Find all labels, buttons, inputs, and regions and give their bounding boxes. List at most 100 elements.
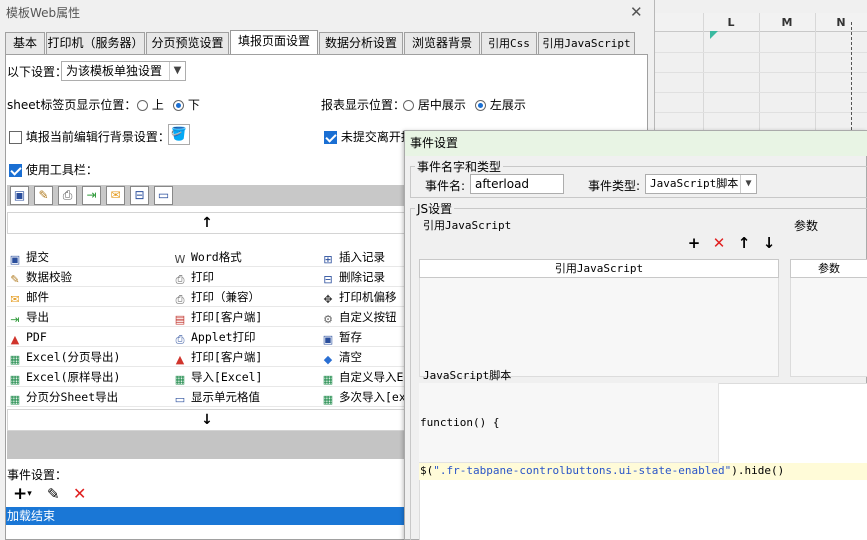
radio-sheet-tab-up[interactable]: 上 (137, 96, 164, 113)
toolbar-item[interactable]: ▦ Excel(原样导出) (7, 367, 172, 387)
toolbar-item[interactable]: W Word格式 (172, 247, 320, 267)
toolbar-item[interactable]: ▭ 显示单元格值 (172, 387, 320, 407)
export-icon[interactable]: ⇥ (82, 186, 101, 205)
print-icon[interactable]: ⎙ (58, 186, 77, 205)
toolbar-item[interactable]: ▲ PDF (7, 327, 172, 347)
toolbar-item-label: 显示单元格值 (191, 390, 260, 404)
toolbar-item[interactable]: ▦ Excel(分页导出) (7, 347, 172, 367)
tab-browser-bg[interactable]: 浏览器背景 (404, 32, 480, 54)
arrow-down-icon[interactable]: ↓ (761, 234, 777, 252)
tab-ref-css[interactable]: 引用Css (481, 32, 537, 54)
excel-icon: ▦ (9, 393, 21, 406)
column-header-n[interactable]: N (815, 13, 867, 32)
pdf-print-icon: ▤ (174, 313, 186, 326)
delete-icon[interactable]: ✕ (711, 234, 727, 252)
radio-report-left[interactable]: 左展示 (475, 96, 526, 113)
toolbar-item[interactable]: ▦ 自定义导入E (320, 367, 407, 387)
toolbar-item[interactable]: ⎙ 打印（兼容） (172, 287, 320, 307)
unsubmitted-checkbox[interactable]: 未提交离开提 (324, 128, 413, 145)
toolbar-item[interactable]: ▦ 导入[Excel] (172, 367, 320, 387)
row-bg-label: 填报当前编辑行背景设置： (25, 130, 170, 144)
tab-fill-page[interactable]: 填报页面设置 (230, 30, 318, 55)
toolbar-item[interactable]: ⎙ Applet打印 (172, 327, 320, 347)
toolbar-item-label: Word格式 (191, 250, 242, 264)
use-toolbar-checkbox[interactable]: 使用工具栏： (9, 161, 98, 178)
toolbar-item-label: 打印 (191, 270, 214, 284)
event-name-type-label: 事件名字和类型 (415, 158, 504, 175)
validate-icon: ✎ (10, 273, 20, 286)
toolbar-item-label: Excel(原样导出) (26, 370, 121, 384)
delete-event-icon[interactable]: ✕ (73, 484, 86, 503)
mail-icon[interactable]: ✉ (106, 186, 125, 205)
toolbar-item[interactable]: ▦ 多次导入[ex (320, 387, 407, 407)
js-settings-label: JS设置 (415, 200, 455, 217)
paint-bucket-icon[interactable]: 🪣 (168, 124, 190, 145)
toolbar-item-label: 打印（兼容） (191, 290, 260, 304)
chevron-down-icon: ▼ (740, 175, 756, 193)
move-icon: ✥ (323, 293, 333, 306)
column-header-l[interactable]: L (703, 13, 759, 32)
validate-icon[interactable]: ✎ (34, 186, 53, 205)
tab-ref-js[interactable]: 引用JavaScript (538, 32, 635, 54)
excel-icon: ▦ (9, 373, 21, 386)
toolbar-item[interactable]: ▲ 打印[客户端] (172, 347, 320, 367)
add-event-button[interactable]: +▾ (13, 484, 32, 504)
tab-page-preview[interactable]: 分页预览设置 (146, 32, 229, 54)
tab-printer[interactable]: 打印机（服务器） (46, 32, 145, 54)
toolbar-item[interactable]: ⊟ 删除记录 (320, 267, 407, 287)
settings-select[interactable]: 为该模板单独设置 ▼ (61, 61, 186, 81)
pdf-icon: ▲ (10, 333, 20, 346)
page-break-line (851, 22, 852, 130)
move-up-button[interactable]: ↑ (7, 212, 407, 234)
row-bg-checkbox[interactable]: 填报当前编辑行背景设置： (9, 128, 170, 145)
toolbar-item[interactable]: ✎ 数据校验 (7, 267, 172, 287)
toolbar-item-label: 导出 (26, 310, 49, 324)
column-header (655, 13, 703, 32)
event-name-input[interactable]: afterload (470, 174, 564, 194)
ref-js-column-header: 引用JavaScript (419, 259, 779, 278)
word-icon: W (174, 253, 186, 266)
tab-basic[interactable]: 基本 (5, 32, 45, 54)
radio-report-center[interactable]: 居中展示 (403, 96, 466, 113)
cell-icon[interactable]: ▭ (154, 186, 173, 205)
toolbar-item[interactable]: ▦ 分页分Sheet导出 (7, 387, 172, 407)
event-name-label: 事件名: (425, 179, 466, 193)
toolbar-item[interactable]: ⚙ 自定义按钮 (320, 307, 407, 327)
settings-label: 以下设置： (7, 65, 68, 79)
toolbar-item-label: 打印[客户端] (191, 310, 263, 324)
arrow-up-icon[interactable]: ↑ (736, 234, 752, 252)
toolbar-item[interactable]: ✥ 打印机偏移 (320, 287, 407, 307)
event-type-select[interactable]: JavaScript脚本 ▼ (645, 174, 757, 194)
save-icon[interactable]: ▣ (10, 186, 29, 205)
toolbar-item[interactable]: ⊞ 插入记录 (320, 247, 407, 267)
toolbar-item[interactable]: ⎙ 打印 (172, 267, 320, 287)
add-icon[interactable]: + (686, 234, 702, 252)
move-down-button[interactable]: ↓ (7, 409, 407, 431)
code-line-1: function() { (420, 416, 500, 429)
radio-sheet-tab-down[interactable]: 下 (173, 96, 200, 113)
insert-row-icon[interactable]: ⊟ (130, 186, 149, 205)
toolbar-item[interactable]: ▣ 提交 (7, 247, 172, 267)
dialog-title: 模板Web属性 (6, 6, 81, 20)
toolbar-item[interactable]: ▣ 暂存 (320, 327, 407, 347)
toolbar-item[interactable]: ⇥ 导出 (7, 307, 172, 327)
event-list-item[interactable]: 加载结束 (6, 507, 406, 525)
event-settings-dialog: 事件设置 事件名字和类型 事件名: afterload 事件类型: JavaSc… (404, 130, 867, 540)
event-dialog-title: 事件设置 (405, 131, 867, 156)
tab-data-analysis[interactable]: 数据分析设置 (319, 32, 403, 54)
toolbar-item-label: 邮件 (26, 290, 49, 304)
report-position-label: 报表显示位置： (321, 98, 406, 112)
toolbar-item[interactable]: ◆ 清空 (320, 347, 407, 367)
column-header-m[interactable]: M (759, 13, 815, 32)
chevron-down-icon: ▼ (169, 62, 185, 80)
toolbar-preview: ▣ ✎ ⎙ ⇥ ✉ ⊟ ▭ (7, 185, 407, 206)
toolbar-item[interactable]: ▤ 打印[客户端] (172, 307, 320, 327)
params-label: 参数 (794, 219, 819, 233)
toolbar-item-label: 打印[客户端] (191, 350, 263, 364)
edit-pencil-icon[interactable]: ✎ (47, 485, 60, 503)
toolbar-item-label: 自定义导入E (339, 370, 404, 384)
close-icon[interactable]: ✕ (630, 3, 643, 21)
unsubmitted-label: 未提交离开提 (340, 130, 413, 144)
toolbar-item[interactable]: ✉ 邮件 (7, 287, 172, 307)
insert-row-icon: ⊞ (323, 253, 333, 266)
